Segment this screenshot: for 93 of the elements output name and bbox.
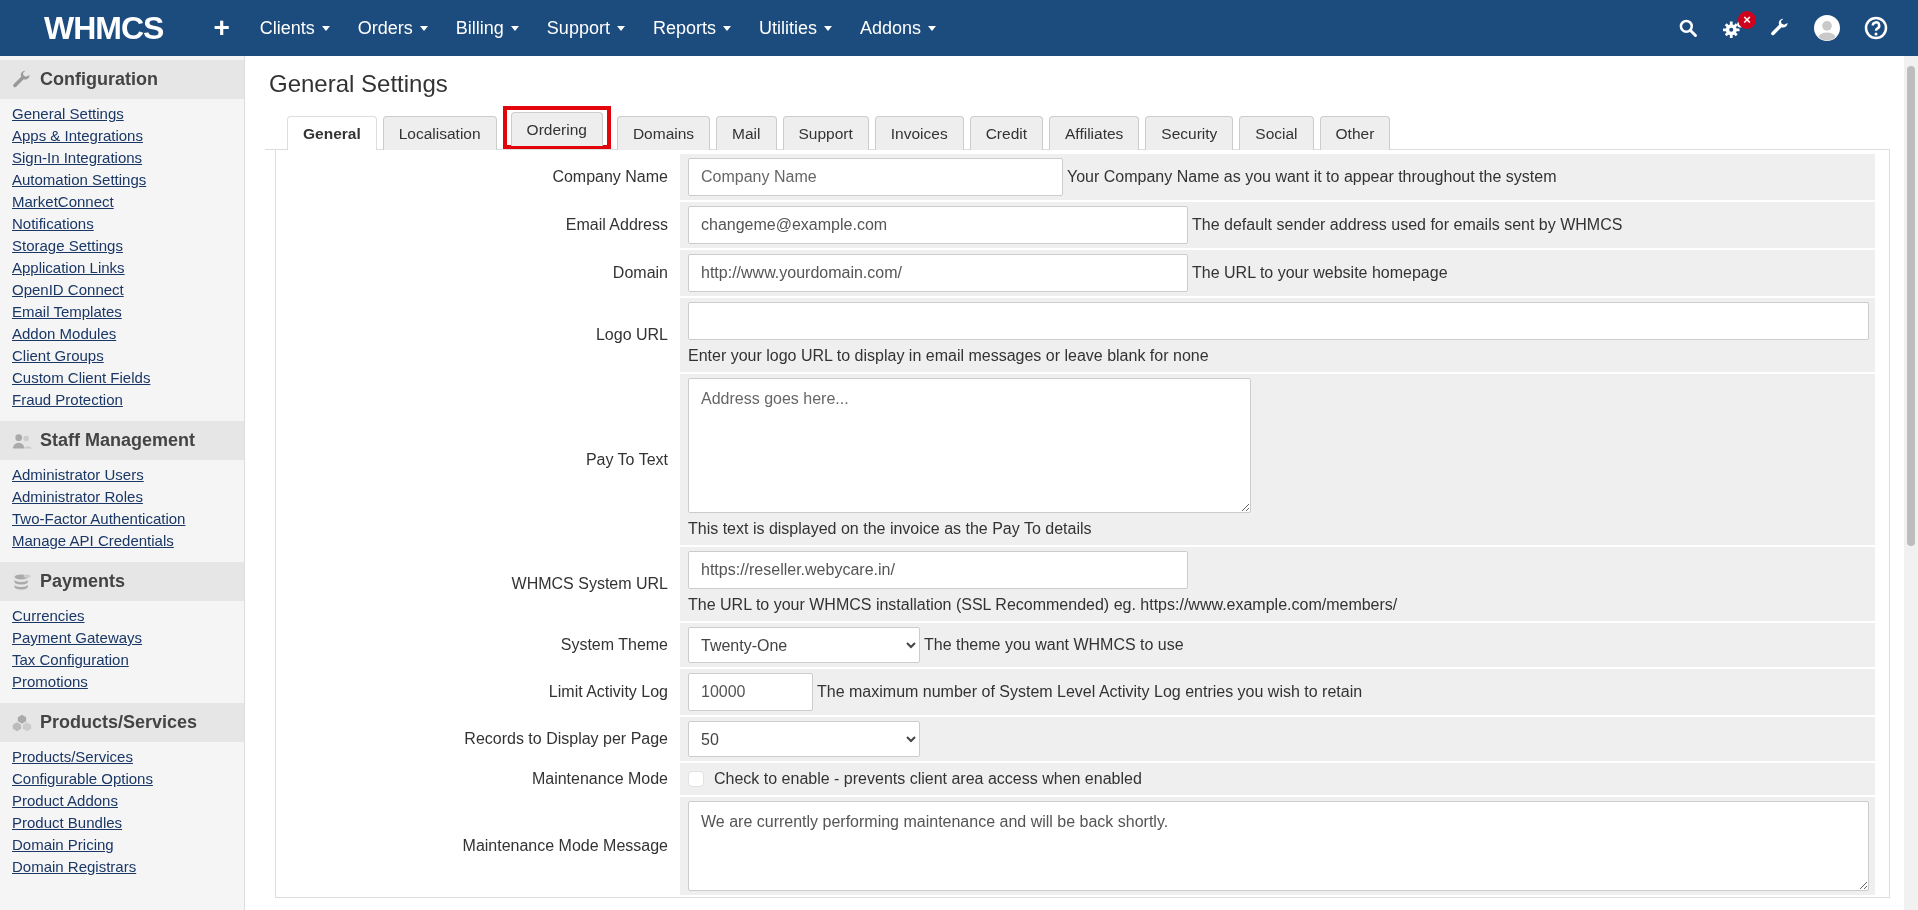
- sidebar-heading-text: Payments: [40, 570, 126, 593]
- help-text: The URL to your website homepage: [1192, 263, 1448, 284]
- sidebar-link[interactable]: Manage API Credentials: [0, 530, 244, 552]
- sidebar-heading-text: Products/Services: [40, 711, 198, 734]
- menu-dropdown[interactable]: Support: [532, 8, 639, 48]
- wrench-icon: [12, 69, 32, 90]
- field-label: Email Address: [565, 215, 668, 236]
- sidebar-link[interactable]: Product Bundles: [0, 812, 244, 834]
- settings-tab[interactable]: Ordering: [510, 111, 603, 147]
- field-label: System Theme: [560, 635, 668, 656]
- sidebar-link[interactable]: MarketConnect: [0, 191, 244, 213]
- help-text: Check to enable - prevents client area access when enabled: [714, 769, 1142, 790]
- dropdown[interactable]: Twenty-One: [688, 627, 920, 664]
- settings-tab[interactable]: Credit: [969, 115, 1044, 151]
- sidebar-link[interactable]: Products/Services: [0, 746, 244, 768]
- sidebar-link[interactable]: Product Addons: [0, 790, 244, 812]
- help-text: The theme you want WHMCS to use: [924, 635, 1184, 656]
- sidebar-link[interactable]: Fraud Protection: [0, 389, 244, 411]
- sidebar-link[interactable]: Two-Factor Authentication: [0, 508, 244, 530]
- sidebar-link[interactable]: Apps & Integrations: [0, 125, 244, 147]
- field-label: Records to Display per Page: [464, 729, 668, 750]
- sidebar-link[interactable]: Tax Configuration: [0, 649, 244, 671]
- sidebar-link[interactable]: Notifications: [0, 213, 244, 235]
- sidebar-link[interactable]: Client Groups: [0, 345, 244, 367]
- settings-tab[interactable]: Domains: [616, 115, 711, 151]
- sidebar-link[interactable]: Custom Client Fields: [0, 367, 244, 389]
- cubes-icon: [12, 712, 32, 733]
- sidebar-link[interactable]: Currencies: [0, 605, 244, 627]
- sidebar-link[interactable]: Administrator Users: [0, 464, 244, 486]
- settings-tab[interactable]: Support: [782, 115, 869, 151]
- field-label: Maintenance Mode Message: [462, 836, 668, 857]
- sidebar-link[interactable]: Domain Pricing: [0, 834, 244, 856]
- sidebar-link[interactable]: General Settings: [0, 103, 244, 125]
- avatar-icon: [1814, 15, 1840, 41]
- settings-tab[interactable]: General: [287, 115, 377, 151]
- field-label: Limit Activity Log: [548, 682, 668, 703]
- menu-dropdown[interactable]: Addons: [845, 8, 950, 48]
- help-text: The URL to your WHMCS installation (SSL Recommended) eg. https://www.example.com/members/: [688, 595, 1398, 616]
- logo[interactable]: WHMCS: [0, 4, 204, 52]
- settings-tab[interactable]: Invoices: [874, 115, 964, 151]
- help-icon: [1864, 16, 1888, 40]
- field-label: Pay To Text: [585, 449, 668, 470]
- settings-tab[interactable]: Affiliates: [1049, 115, 1140, 151]
- settings-tab[interactable]: Security: [1145, 115, 1234, 151]
- add-button[interactable]: +: [203, 14, 240, 42]
- wrench-icon: [1770, 18, 1790, 38]
- sidebar-link[interactable]: Storage Settings: [0, 235, 244, 257]
- text-area[interactable]: We are currently performing maintenance and will be back shortly.: [688, 801, 1869, 892]
- sidebar-link[interactable]: Automation Settings: [0, 169, 244, 191]
- text-field[interactable]: https://reseller.webycare.in/: [688, 551, 1188, 590]
- page-title: General Settings: [269, 70, 449, 99]
- text-area[interactable]: Address goes here...: [688, 378, 1251, 514]
- field-label: WHMCS System URL: [511, 574, 668, 595]
- text-field[interactable]: Company Name: [688, 158, 1063, 197]
- menu-dropdown[interactable]: Billing: [441, 8, 533, 48]
- sidebar-link[interactable]: Configurable Options: [0, 768, 244, 790]
- menu-dropdown[interactable]: Utilities: [744, 8, 846, 48]
- sidebar-link[interactable]: Addon Modules: [0, 323, 244, 345]
- field-label: Company Name: [552, 167, 668, 188]
- field-label: Domain: [612, 263, 668, 284]
- menu-dropdown[interactable]: Reports: [638, 8, 745, 48]
- sidebar-link[interactable]: Domain Registrars: [0, 856, 244, 878]
- settings-tab[interactable]: Other: [1319, 115, 1391, 151]
- help-text: Your Company Name as you want it to appear throughout the system: [1067, 167, 1557, 188]
- settings-tab[interactable]: Localisation: [382, 115, 497, 151]
- settings-tab[interactable]: Social: [1239, 115, 1314, 151]
- help-text: The maximum number of System Level Activity Log entries you wish to retain: [817, 682, 1363, 703]
- menu-dropdown[interactable]: Clients: [245, 8, 344, 48]
- settings-tab[interactable]: Mail: [716, 115, 777, 151]
- field-label: Maintenance Mode: [531, 769, 668, 790]
- alert-badge: ×: [1738, 11, 1756, 29]
- help-text: The default sender address used for emails sent by WHMCS: [1192, 215, 1623, 236]
- search-icon: [1678, 18, 1698, 38]
- menu-dropdown[interactable]: Orders: [343, 8, 442, 48]
- sidebar-heading-text: Staff Management: [40, 429, 196, 452]
- sidebar-link[interactable]: Payment Gateways: [0, 627, 244, 649]
- text-field[interactable]: changeme@example.com: [688, 206, 1188, 245]
- text-field[interactable]: http://www.yourdomain.com/: [688, 254, 1188, 293]
- text-field[interactable]: 10000: [688, 673, 813, 712]
- field-label: Logo URL: [595, 325, 668, 346]
- help-text: This text is displayed on the invoice as the Pay To details: [688, 519, 1092, 540]
- help-text: Enter your logo URL to display in email messages or leave blank for none: [688, 346, 1209, 367]
- sidebar-link[interactable]: Application Links: [0, 257, 244, 279]
- text-field[interactable]: [688, 302, 1869, 341]
- sidebar-link[interactable]: Administrator Roles: [0, 486, 244, 508]
- sidebar-link[interactable]: Sign-In Integrations: [0, 147, 244, 169]
- sidebar-heading-text: Configuration: [40, 68, 158, 91]
- dropdown[interactable]: 50: [688, 721, 920, 758]
- checkbox[interactable]: [688, 771, 704, 788]
- sidebar-link[interactable]: Email Templates: [0, 301, 244, 323]
- sidebar-link[interactable]: OpenID Connect: [0, 279, 244, 301]
- scrollbar[interactable]: [1904, 56, 1918, 910]
- sidebar-link[interactable]: Promotions: [0, 671, 244, 693]
